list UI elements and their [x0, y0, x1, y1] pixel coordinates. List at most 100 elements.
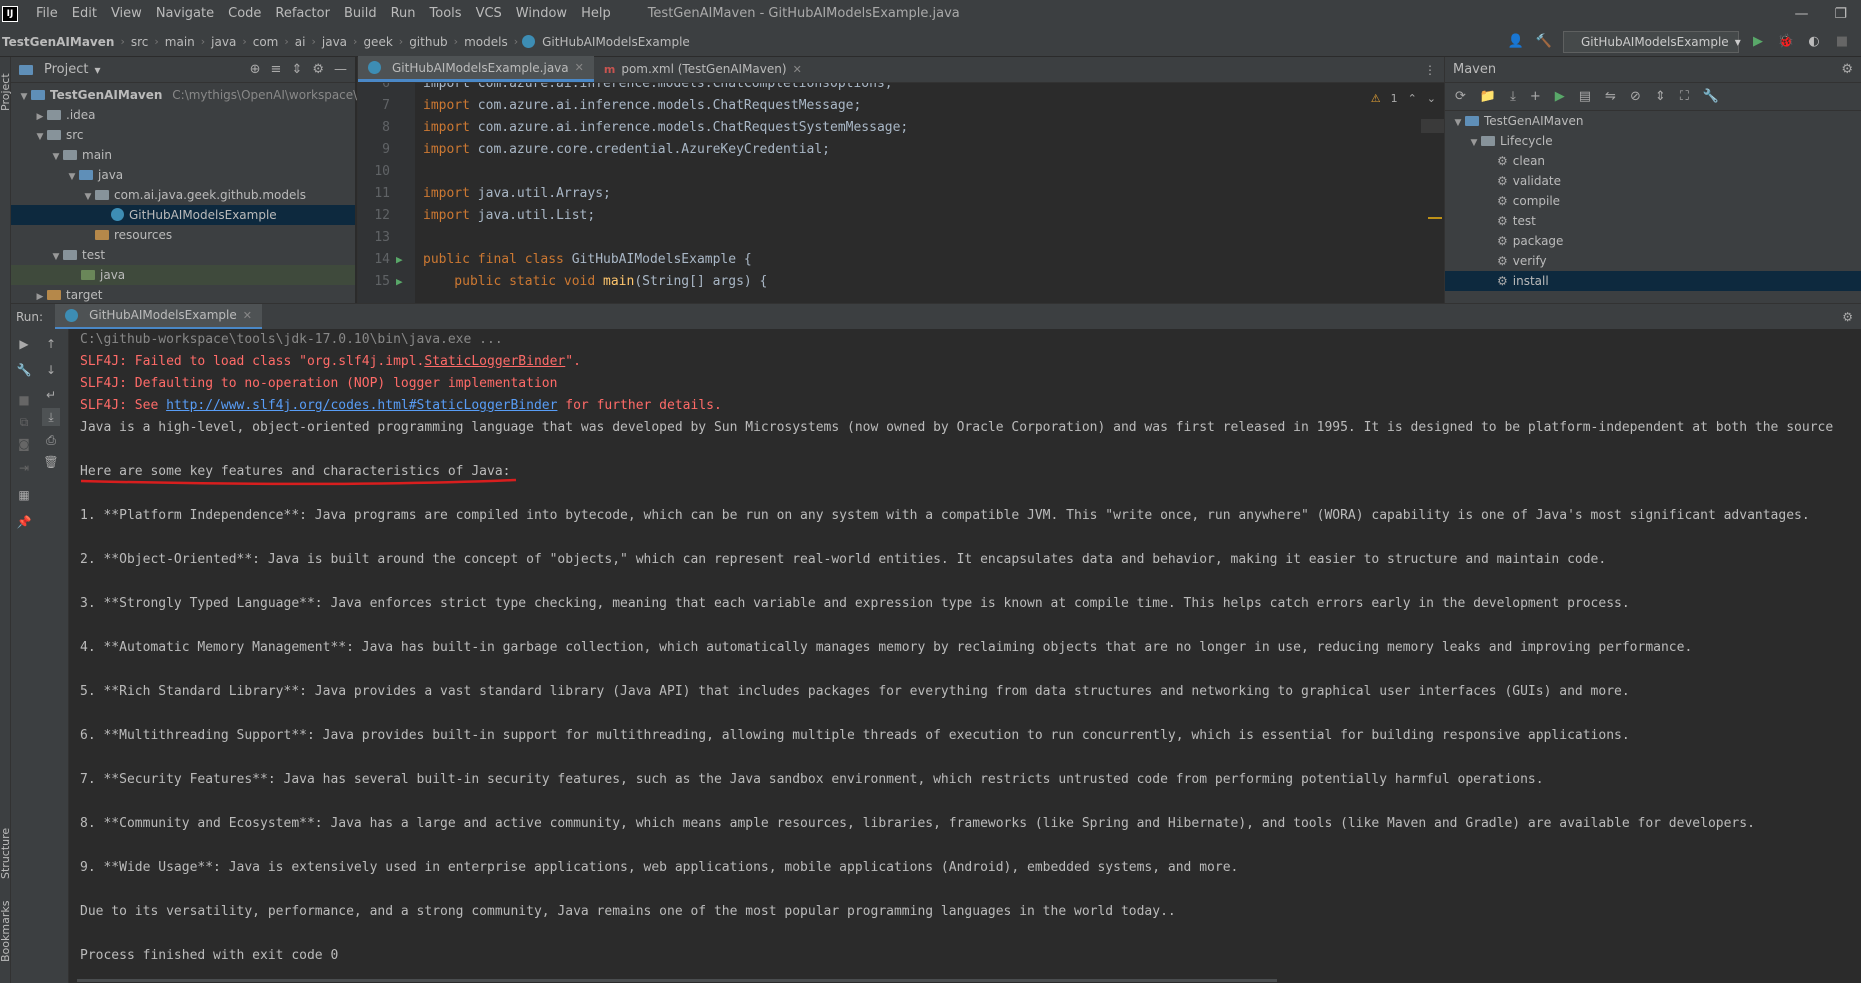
maven-goal-install[interactable]: ⚙ install	[1445, 271, 1861, 291]
reload-icon[interactable]: ⟳	[1455, 89, 1466, 104]
scroll-up-icon[interactable]: ↑	[42, 335, 60, 353]
horizontal-scrollbar[interactable]	[77, 979, 1277, 982]
download-icon[interactable]: ⤓	[1510, 89, 1516, 104]
stop-icon[interactable]: ■	[1833, 33, 1851, 51]
close-icon[interactable]: ✕	[243, 309, 252, 322]
chevron-down-icon[interactable]: ▾	[94, 63, 100, 77]
tree-item-main[interactable]: ▼ main	[11, 145, 355, 165]
user-icon[interactable]: 👤	[1507, 33, 1525, 51]
code-line[interactable]: 12 import java.util.List;	[358, 205, 1445, 227]
tab-java-file[interactable]: GitHubAIModelsExample.java ✕	[358, 56, 594, 82]
code-line[interactable]: 7 import com.azure.ai.inference.models.Ch…	[358, 95, 1445, 117]
toggle-offline-icon[interactable]: ⇋	[1605, 89, 1616, 104]
build-hammer-icon[interactable]: 🔨	[1535, 33, 1553, 51]
collapse-all-icon[interactable]: ⇕	[291, 62, 302, 77]
more-tabs-icon[interactable]: ⋮	[1424, 63, 1436, 77]
print-icon[interactable]: ⎙	[42, 431, 60, 449]
maven-lifecycle[interactable]: ▼ Lifecycle	[1445, 131, 1861, 151]
tree-item-class[interactable]: GitHubAIModelsExample	[11, 205, 355, 225]
rerun-icon[interactable]: ▶	[15, 335, 33, 353]
tab-pom[interactable]: m pom.xml (TestGenAIMaven) ✕	[594, 56, 812, 82]
add-folder-icon[interactable]: 📁	[1480, 89, 1496, 104]
tree-item-test-java[interactable]: java	[11, 265, 355, 285]
maven-goal-compile[interactable]: ⚙ compile	[1445, 191, 1861, 211]
crumb-java[interactable]: java	[209, 35, 238, 49]
crumb-project[interactable]: TestGenAIMaven	[0, 35, 116, 49]
menu-file[interactable]: File	[29, 0, 65, 27]
tree-item-resources[interactable]: resources	[11, 225, 355, 245]
crumb-com[interactable]: com	[251, 35, 281, 49]
menu-vcs[interactable]: VCS	[469, 0, 509, 27]
code-line[interactable]: 14 ▶ public final class GitHubAIModelsExam…	[358, 249, 1445, 271]
menu-navigate[interactable]: Navigate	[149, 0, 221, 27]
dependencies-icon[interactable]: ⛶	[1680, 89, 1689, 104]
execute-goal-icon[interactable]: ▤	[1579, 89, 1591, 104]
menu-code[interactable]: Code	[221, 0, 268, 27]
crumb-geek[interactable]: geek	[361, 35, 394, 49]
close-icon[interactable]: ✕	[793, 63, 802, 76]
skip-tests-icon[interactable]: ⊘	[1630, 89, 1641, 104]
scroll-down-icon[interactable]: ↓	[42, 361, 60, 379]
minimize-icon[interactable]: —	[1794, 6, 1808, 22]
gear-icon[interactable]: ⚙	[312, 62, 324, 77]
menu-edit[interactable]: Edit	[65, 0, 104, 27]
wrench-icon[interactable]: 🔧	[1703, 89, 1719, 104]
wrench-icon[interactable]: 🔧	[15, 361, 33, 379]
menu-window[interactable]: Window	[509, 0, 574, 27]
project-title[interactable]: Project	[44, 62, 88, 77]
gear-icon[interactable]: ⚙	[1842, 310, 1853, 324]
pin-icon[interactable]: 📌	[15, 513, 33, 531]
run-icon[interactable]: ▶	[1749, 33, 1767, 51]
dump-threads-icon[interactable]: ⧉	[15, 413, 33, 431]
maven-project[interactable]: ▼ TestGenAIMaven	[1445, 111, 1861, 131]
run-config-select[interactable]: GitHubAIModelsExample ▾	[1563, 30, 1741, 53]
maven-goal-validate[interactable]: ⚙ validate	[1445, 171, 1861, 191]
maven-goal-test[interactable]: ⚙ test	[1445, 211, 1861, 231]
menu-run[interactable]: Run	[384, 0, 423, 27]
menu-view[interactable]: View	[104, 0, 149, 27]
code-line[interactable]: 9 import com.azure.core.credential.AzureK…	[358, 139, 1445, 161]
maven-goal-verify[interactable]: ⚙ verify	[1445, 251, 1861, 271]
code-line[interactable]: 10	[358, 161, 1445, 183]
menu-refactor[interactable]: Refactor	[268, 0, 337, 27]
code-line[interactable]: 6 import com.azure.ai.inference.models.Ch…	[358, 83, 1445, 95]
layout-icon[interactable]: ▦	[15, 486, 33, 504]
crumb-main[interactable]: main	[163, 35, 197, 49]
tree-item-test[interactable]: ▼ test	[11, 245, 355, 265]
hide-icon[interactable]: —	[334, 62, 347, 77]
crumb-class[interactable]: GitHubAIModelsExample	[540, 35, 692, 49]
menu-tools[interactable]: Tools	[423, 0, 469, 27]
tree-root[interactable]: ▼ TestGenAIMaven C:\mythigs\OpenAI\worksp…	[11, 85, 391, 105]
restore-icon[interactable]: ❐	[1834, 6, 1847, 22]
crumb-java2[interactable]: java	[320, 35, 349, 49]
run-tab[interactable]: GitHubAIModelsExample ✕	[55, 303, 262, 330]
trash-icon[interactable]: 🗑	[42, 453, 60, 471]
tree-item-idea[interactable]: ▶ .idea	[11, 105, 355, 125]
run-icon[interactable]: ▶	[1555, 89, 1565, 104]
tree-item-java[interactable]: ▼ java	[11, 165, 355, 185]
coverage-icon[interactable]: ◐	[1805, 33, 1823, 51]
exit-icon[interactable]: ⇥	[15, 459, 33, 477]
console-link[interactable]: http://www.slf4j.org/codes.html#StaticLo…	[166, 398, 557, 413]
locate-icon[interactable]: ⊕	[250, 62, 261, 77]
code-line[interactable]: 15 ▶ public static void main(String[] arg…	[358, 271, 1445, 293]
crumb-models[interactable]: models	[462, 35, 510, 49]
menu-build[interactable]: Build	[337, 0, 384, 27]
camera-icon[interactable]: ◙	[15, 435, 33, 453]
maven-goal-package[interactable]: ⚙ package	[1445, 231, 1861, 251]
close-icon[interactable]: ✕	[575, 61, 584, 74]
gear-icon[interactable]: ⚙	[1841, 62, 1853, 77]
code-line[interactable]: 11 import java.util.Arrays;	[358, 183, 1445, 205]
tree-item-src[interactable]: ▼ src	[11, 125, 355, 145]
add-icon[interactable]: +	[1530, 89, 1541, 104]
tree-item-package[interactable]: ▼ com.ai.java.geek.github.models	[11, 185, 355, 205]
code-line[interactable]: 8 import com.azure.ai.inference.models.Ch…	[358, 117, 1445, 139]
crumb-github[interactable]: github	[407, 35, 449, 49]
run-gutter-icon[interactable]: ▶	[396, 249, 403, 271]
crumb-ai[interactable]: ai	[293, 35, 308, 49]
code-line[interactable]: 13	[358, 227, 1445, 249]
collapse-icon[interactable]: ⇕	[1655, 89, 1666, 104]
run-gutter-icon[interactable]: ▶	[396, 271, 403, 293]
console-output[interactable]: C:\github-workspace\tools\jdk-17.0.10\bi…	[69, 329, 1861, 983]
debug-icon[interactable]: 🐞	[1777, 33, 1795, 51]
